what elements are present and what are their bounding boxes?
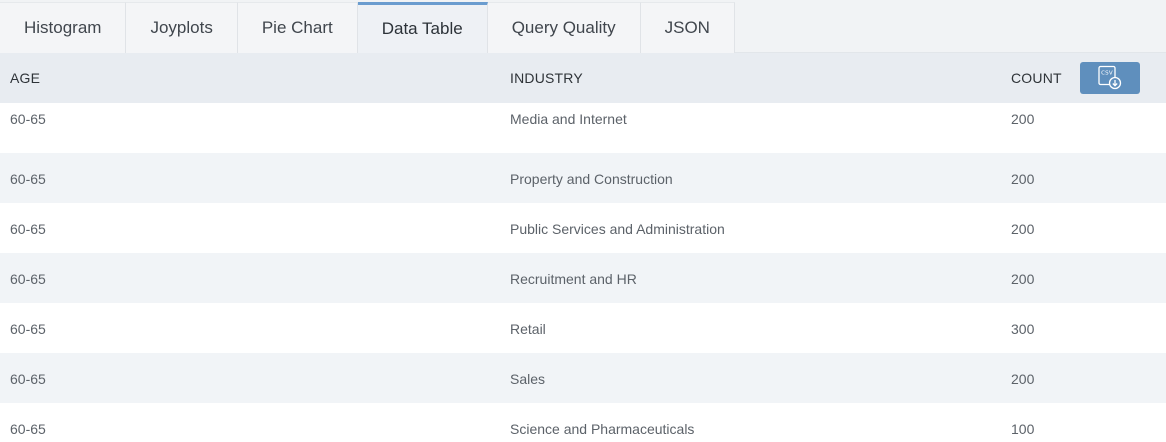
cell-age: 60-65 [10,171,46,187]
cell-count: 200 [1011,371,1035,387]
cell-age: 60-65 [10,221,46,237]
cell-count: 300 [1011,321,1035,337]
table-row: 60-65 Public Services and Administration… [0,203,1166,253]
cell-industry: Science and Pharmaceuticals [510,421,695,437]
tab-json[interactable]: JSON [640,2,735,53]
table-row: 60-65 Property and Construction 200 [0,153,1166,203]
cell-industry: Recruitment and HR [510,271,637,287]
column-header-age[interactable]: AGE [10,70,40,86]
data-table-view: Histogram Joyplots Pie Chart Data Table … [0,0,1166,442]
cell-industry: Media and Internet [510,111,627,127]
csv-download-button[interactable]: CSV [1080,62,1140,94]
tab-histogram[interactable]: Histogram [0,2,127,53]
tab-bar: Histogram Joyplots Pie Chart Data Table … [0,0,1166,53]
cell-count: 100 [1011,421,1035,437]
cell-age: 60-65 [10,421,46,437]
table-row: 60-65 Recruitment and HR 200 [0,253,1166,303]
cell-industry: Retail [510,321,546,337]
tab-joyplots[interactable]: Joyplots [126,2,238,53]
cell-count: 200 [1011,221,1035,237]
cell-count: 200 [1011,111,1035,127]
tab-list: Histogram Joyplots Pie Chart Data Table … [0,0,1166,53]
cell-industry: Sales [510,371,546,387]
tab-data-table[interactable]: Data Table [357,2,488,53]
table-row: 60-65 Retail 300 [0,303,1166,353]
cell-industry: Public Services and Administration [510,221,725,237]
tab-pie-chart[interactable]: Pie Chart [237,2,358,53]
cell-count: 200 [1011,171,1035,187]
cell-age: 60-65 [10,371,46,387]
cell-count: 200 [1011,271,1035,287]
table-row: 60-65 Sales 200 [0,353,1166,403]
table-body: 60-65 Media and Internet 200 60-65 Prope… [0,103,1166,442]
column-header-industry[interactable]: INDUSTRY [510,70,583,86]
table-header: AGE INDUSTRY COUNT CSV [0,53,1166,103]
tab-query-quality[interactable]: Query Quality [487,2,641,53]
cell-age: 60-65 [10,111,46,127]
table-row: 60-65 Science and Pharmaceuticals 100 [0,403,1166,442]
table-row: 60-65 Media and Internet 200 [0,103,1166,153]
column-header-count[interactable]: COUNT [1011,70,1062,86]
cell-age: 60-65 [10,321,46,337]
csv-icon-label: CSV [1101,71,1113,77]
csv-download-icon: CSV [1098,65,1122,90]
cell-industry: Property and Construction [510,171,673,187]
cell-age: 60-65 [10,271,46,287]
